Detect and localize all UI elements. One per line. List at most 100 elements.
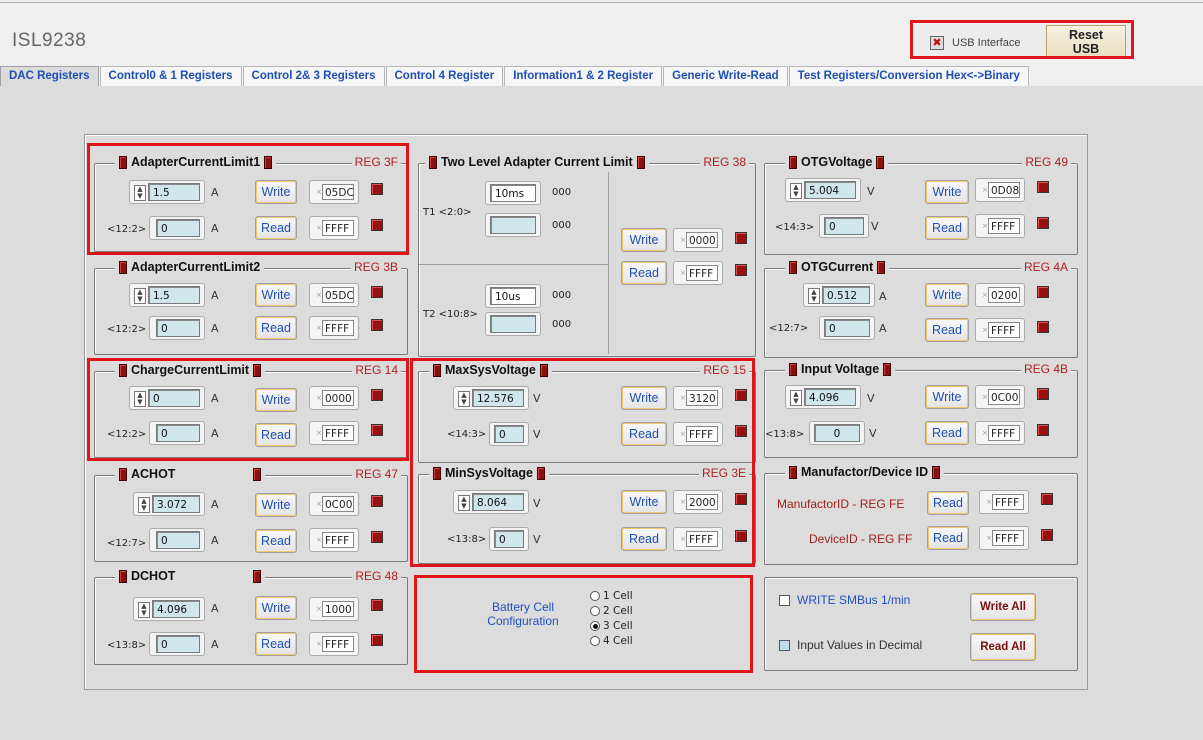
unit-label: A [211,638,219,651]
read-button[interactable]: Read [925,216,969,240]
status-led-icon [1037,286,1049,298]
group-title: OTGCurrent [785,260,890,274]
unit-label: V [871,220,879,233]
status-led-icon [371,531,383,543]
t2-label: T2 <10:8> [423,309,478,320]
device-id-hex-field: × FFFF [979,526,1029,550]
tab-control0-1[interactable]: Control0 & 1 Registers [99,66,242,86]
read-hex-field: × FFFF [975,318,1025,342]
value-input[interactable]: 0.512 [822,286,870,304]
value-input[interactable]: 1.5 [148,286,200,304]
value-spinner[interactable]: ▲ ▼ 0.512 [803,283,875,307]
group-title: ACHOT [115,467,266,481]
unit-label: A [211,289,219,302]
read-value-wrap: 0 [149,632,205,656]
tab-generic-write-read[interactable]: Generic Write-Read [663,66,788,86]
write-hex-field: × 0C00 [309,492,359,516]
tab-test-registers[interactable]: Test Registers/Conversion Hex<->Binary [788,66,1029,86]
write-all-button[interactable]: Write All [970,593,1036,621]
tab-information[interactable]: Information1 & 2 Register [504,66,663,86]
read-value-wrap: 0 [819,214,869,238]
bits-label: <14:3> [775,222,815,233]
top-divider [0,2,1203,3]
value-spinner[interactable]: ▲ ▼ 5.004 [785,178,861,202]
read-button[interactable]: Read [925,421,969,445]
tab-dac-registers[interactable]: DAC Registers [0,66,99,86]
spinner-arrows-icon[interactable]: ▲ ▼ [134,288,146,304]
write-button[interactable]: Write [925,385,969,409]
unit-label: A [879,322,887,335]
write-smbus-label: WRITE SMBus 1/min [797,593,911,607]
t1-read-wrap [485,213,541,237]
read-hex-field: × FFFF [309,528,359,552]
misc-controls-panel: WRITE SMBus 1/min Write All Input Values… [764,577,1078,671]
t2-select[interactable]: 10us [490,287,536,305]
led-icon [429,155,437,169]
status-led-icon [371,495,383,507]
read-button[interactable]: Read [255,632,297,656]
write-hex-field: × 05DC [309,283,359,307]
input-decimal-checkbox[interactable] [779,640,790,651]
write-button[interactable]: Write [255,283,297,307]
value-input[interactable]: 5.004 [804,181,856,199]
t1-select[interactable]: 10ms [490,184,536,202]
group-manufactor-device-id: Manufactor/Device ID ManufactorID - REG … [764,465,1078,565]
spinner-arrows-icon[interactable]: ▲ ▼ [138,602,150,618]
highlight-usb [910,20,1134,59]
t1-label: T1 <2:0> [423,207,472,218]
write-hex-field: × 0200 [975,283,1025,307]
value-spinner[interactable]: ▲ ▼ 4.096 [785,385,861,409]
t1-code: 000 [552,187,572,198]
tab-control4[interactable]: Control 4 Register [385,66,504,86]
read-button[interactable]: Read [255,529,297,553]
group-title: Input Voltage [785,362,896,376]
register-label: REG 47 [352,467,401,481]
spinner-arrows-icon[interactable]: ▲ ▼ [790,390,802,406]
value-input[interactable]: 4.096 [804,388,856,406]
write-button[interactable]: Write [621,228,667,252]
group-two-level-adapter-current-limit: Two Level Adapter Current Limit REG 38 T… [418,155,756,357]
register-label: REG 4A [1020,260,1071,274]
highlight-sys-voltage [410,358,755,567]
status-led-icon [1037,181,1049,193]
t2-select-wrap[interactable]: 10us [485,284,541,308]
led-icon [877,260,886,274]
spinner-arrows-icon[interactable]: ▲ ▼ [138,497,150,513]
write-button[interactable]: Write [255,493,297,517]
read-value-wrap: 0 [149,528,205,552]
led-icon [883,362,892,376]
write-button[interactable]: Write [925,180,969,204]
write-button[interactable]: Write [925,283,969,307]
group-title: AdapterCurrentLimit2 [115,260,265,274]
read-button[interactable]: Read [255,316,297,340]
value-input[interactable]: 3.072 [152,495,200,513]
register-label: REG 48 [352,569,401,583]
status-led-icon [371,319,383,331]
unit-label: A [211,322,219,335]
read-device-id-button[interactable]: Read [927,526,969,550]
group-title: OTGVoltage [785,155,889,169]
value-spinner[interactable]: ▲ ▼ 1.5 [129,283,205,307]
register-label: REG 38 [700,155,749,169]
unit-label: A [211,602,219,615]
group-title: DCHOT [115,569,266,583]
read-button[interactable]: Read [925,318,969,342]
value-spinner[interactable]: ▲ ▼ 3.072 [133,492,205,516]
read-all-button[interactable]: Read All [970,633,1036,661]
value-spinner[interactable]: ▲ ▼ 4.096 [133,597,205,621]
t1-select-wrap[interactable]: 10ms [485,181,541,205]
read-value-wrap: 0 [149,316,205,340]
read-button[interactable]: Read [621,261,667,285]
unit-label: V [867,392,875,405]
write-button[interactable]: Write [255,596,297,620]
read-manufactor-id-button[interactable]: Read [927,491,969,515]
tab-control2-3[interactable]: Control 2& 3 Registers [242,66,385,86]
highlight-charge-current-limit [87,358,409,461]
status-led-icon [371,599,383,611]
unit-label: A [211,534,219,547]
spinner-arrows-icon[interactable]: ▲ ▼ [808,288,820,304]
write-smbus-checkbox[interactable] [779,595,790,606]
spinner-arrows-icon[interactable]: ▲ ▼ [790,183,802,199]
led-icon [932,465,941,479]
value-input[interactable]: 4.096 [152,600,200,618]
